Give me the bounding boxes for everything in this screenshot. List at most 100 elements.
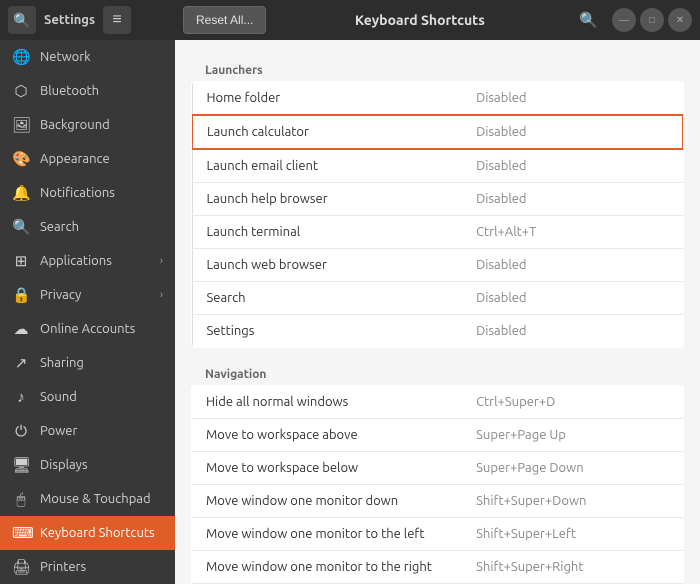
- power-icon: ⏻: [12, 422, 30, 440]
- shortcut-key: Disabled: [462, 282, 683, 315]
- shortcut-key: Disabled: [462, 183, 683, 216]
- sidebar-item-power[interactable]: ⏻ Power: [0, 414, 175, 448]
- table-row[interactable]: Launch help browserDisabled: [192, 183, 683, 216]
- sidebar-label-background: Background: [40, 118, 110, 132]
- sidebar-item-sharing[interactable]: ↗ Sharing: [0, 346, 175, 380]
- reset-all-button[interactable]: Reset All...: [183, 6, 266, 34]
- appearance-icon: 🎨: [12, 150, 30, 168]
- sidebar-item-keyboard-shortcuts[interactable]: ⌨Keyboard Shortcuts: [0, 516, 175, 550]
- keyboard-shortcuts-icon: ⌨: [12, 524, 30, 542]
- sidebar-item-privacy[interactable]: 🔒 Privacy ›: [0, 278, 175, 312]
- sidebar-item-search[interactable]: 🔍 Search: [0, 210, 175, 244]
- titlebar-search-icon[interactable]: 🔍: [8, 6, 36, 34]
- shortcut-key: Disabled: [462, 315, 683, 348]
- background-icon: 🖼: [12, 116, 30, 134]
- sidebar-label-power: Power: [40, 424, 77, 438]
- mouse-touchpad-icon: 🖱: [12, 490, 30, 508]
- sidebar-label-search: Search: [40, 220, 79, 234]
- sidebar-item-printers[interactable]: 🖨Printers: [0, 550, 175, 584]
- sidebar-label-displays: Displays: [40, 458, 88, 472]
- shortcut-name: Launch email client: [192, 149, 462, 183]
- sidebar-item-sound[interactable]: ♪ Sound: [0, 380, 175, 414]
- main-area: 🌐Network ⬡ Bluetooth 🖼 Background 🎨 Appearance…: [0, 40, 700, 584]
- sidebar-item-notifications[interactable]: 🔔 Notifications: [0, 176, 175, 210]
- shortcut-key: Shift+Super+Left: [462, 518, 683, 551]
- shortcut-name: Launch web browser: [192, 249, 462, 282]
- search-icon: 🔍: [12, 218, 30, 236]
- table-row[interactable]: SettingsDisabled: [192, 315, 683, 348]
- sidebar-item-displays[interactable]: 🖥 Displays: [0, 448, 175, 482]
- sidebar-label-bluetooth: Bluetooth: [40, 84, 99, 98]
- table-row[interactable]: Home folderDisabled: [192, 82, 683, 116]
- shortcut-key: Disabled: [462, 82, 683, 116]
- table-row[interactable]: Launch terminalCtrl+Alt+T: [192, 216, 683, 249]
- sidebar: 🌐Network ⬡ Bluetooth 🖼 Background 🎨 Appearance…: [0, 40, 175, 584]
- table-row[interactable]: Hide all normal windowsCtrl+Super+D: [192, 386, 684, 419]
- privacy-icon: 🔒: [12, 286, 30, 304]
- shortcut-key: Super+Page Down: [462, 452, 683, 485]
- page-title: Keyboard Shortcuts: [266, 12, 573, 28]
- shortcuts-table-navigation: Hide all normal windowsCtrl+Super+DMove …: [191, 385, 684, 584]
- shortcut-name: Launch terminal: [192, 216, 462, 249]
- sidebar-item-online-accounts[interactable]: ☁ Online Accounts: [0, 312, 175, 346]
- displays-icon: 🖥: [12, 456, 30, 474]
- shortcut-name: Home folder: [192, 82, 462, 116]
- titlebar: 🔍 Settings ≡ Reset All... Keyboard Short…: [0, 0, 700, 40]
- shortcuts-table-launchers: Home folderDisabledLaunch calculatorDisa…: [191, 81, 684, 348]
- search-button[interactable]: 🔍: [573, 11, 604, 29]
- shortcut-name: Move to workspace below: [192, 452, 463, 485]
- section-label-launchers: Launchers: [191, 56, 684, 81]
- table-row[interactable]: SearchDisabled: [192, 282, 683, 315]
- shortcut-name: Settings: [192, 315, 462, 348]
- sidebar-label-online-accounts: Online Accounts: [40, 322, 135, 336]
- sidebar-item-applications[interactable]: ⊞ Applications ›: [0, 244, 175, 278]
- table-row[interactable]: Move to workspace aboveSuper+Page Up: [192, 419, 684, 452]
- shortcut-name: Move window one monitor down: [192, 485, 463, 518]
- content-area: LaunchersHome folderDisabledLaunch calcu…: [175, 40, 700, 584]
- printers-icon: 🖨: [12, 558, 30, 576]
- close-button[interactable]: ✕: [668, 8, 692, 32]
- sidebar-label-notifications: Notifications: [40, 186, 115, 200]
- shortcut-name: Launch help browser: [192, 183, 462, 216]
- sidebar-label-sharing: Sharing: [40, 356, 84, 370]
- shortcut-key: Super+Page Up: [462, 419, 683, 452]
- table-row[interactable]: Move window one monitor to the leftShift…: [192, 518, 684, 551]
- sound-icon: ♪: [12, 388, 30, 406]
- applications-icon: ⊞: [12, 252, 30, 270]
- table-row[interactable]: Launch calculatorDisabled: [192, 115, 683, 149]
- sidebar-label-applications: Applications: [40, 254, 112, 268]
- notifications-icon: 🔔: [12, 184, 30, 202]
- applications-arrow-icon: ›: [160, 255, 163, 267]
- sidebar-label-privacy: Privacy: [40, 288, 81, 302]
- table-row[interactable]: Move window one monitor to the rightShif…: [192, 551, 684, 584]
- sidebar-label-sound: Sound: [40, 390, 77, 404]
- maximize-button[interactable]: □: [640, 8, 664, 32]
- sidebar-item-appearance[interactable]: 🎨 Appearance: [0, 142, 175, 176]
- sidebar-item-mouse-touchpad[interactable]: 🖱Mouse & Touchpad: [0, 482, 175, 516]
- titlebar-left: 🔍 Settings ≡: [8, 6, 183, 34]
- table-row[interactable]: Launch web browserDisabled: [192, 249, 683, 282]
- sidebar-item-network[interactable]: 🌐Network: [0, 40, 175, 74]
- app-title: Settings: [44, 13, 95, 27]
- shortcut-name: Move window one monitor to the right: [192, 551, 463, 584]
- shortcut-name: Search: [192, 282, 462, 315]
- sidebar-item-background[interactable]: 🖼 Background: [0, 108, 175, 142]
- shortcut-key: Ctrl+Super+D: [462, 386, 683, 419]
- shortcut-name: Move window one monitor to the left: [192, 518, 463, 551]
- bluetooth-icon: ⬡: [12, 82, 30, 100]
- sidebar-item-bluetooth[interactable]: ⬡ Bluetooth: [0, 74, 175, 108]
- online-accounts-icon: ☁: [12, 320, 30, 338]
- table-row[interactable]: Move to workspace belowSuper+Page Down: [192, 452, 684, 485]
- privacy-arrow-icon: ›: [160, 289, 163, 301]
- sidebar-label-appearance: Appearance: [40, 152, 110, 166]
- sidebar-label-network: Network: [40, 50, 91, 64]
- shortcut-name: Launch calculator: [192, 115, 462, 149]
- table-row[interactable]: Launch email clientDisabled: [192, 149, 683, 183]
- table-row[interactable]: Move window one monitor downShift+Super+…: [192, 485, 684, 518]
- shortcut-key: Disabled: [462, 149, 683, 183]
- titlebar-menu-button[interactable]: ≡: [103, 6, 131, 34]
- sharing-icon: ↗: [12, 354, 30, 372]
- shortcut-key: Disabled: [462, 249, 683, 282]
- shortcut-name: Move to workspace above: [192, 419, 463, 452]
- minimize-button[interactable]: —: [612, 8, 636, 32]
